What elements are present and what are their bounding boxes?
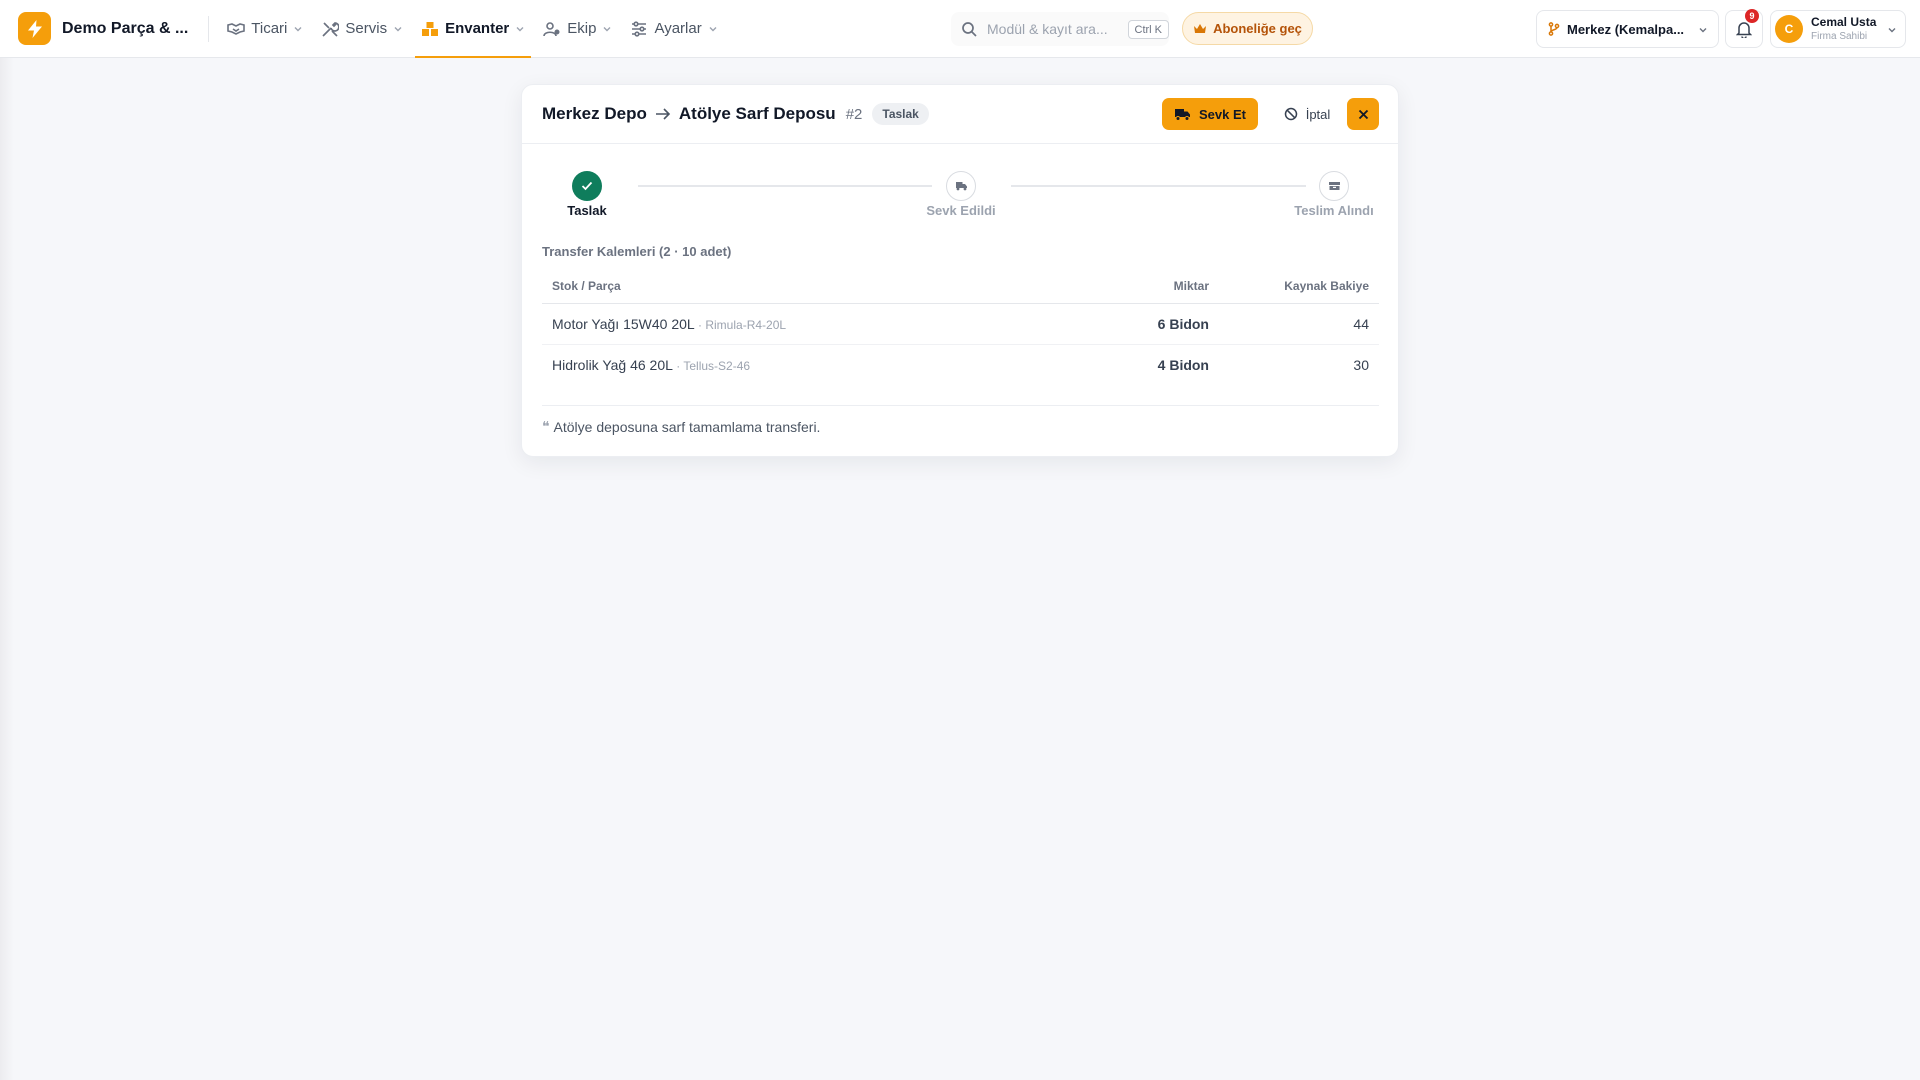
search-placeholder: Modül & kayıt ara... xyxy=(987,21,1108,37)
brand[interactable]: Demo Parça & ... xyxy=(0,0,188,57)
user-name: Cemal Usta xyxy=(1811,14,1877,29)
nav-item-ekip[interactable]: Ekip xyxy=(537,0,618,57)
step-label-draft: Taslak xyxy=(567,203,607,218)
item-sku: · Rimula-R4-20L xyxy=(694,317,787,332)
tools-icon xyxy=(321,20,340,38)
divider xyxy=(208,15,210,42)
transfer-detail-card: Merkez Depo Atölye Sarf Deposu #2 Taslak… xyxy=(521,84,1399,457)
items-section-title: Transfer Kalemleri (2 · 10 adet) xyxy=(542,244,732,259)
stepper-connector xyxy=(1011,185,1306,187)
arrow-right-icon xyxy=(655,107,671,121)
chevron-down-icon xyxy=(393,24,403,34)
note-text: Atölye deposuna sarf tamamlama transferi… xyxy=(553,419,821,435)
left-edge-shade xyxy=(0,58,14,1080)
nav-item-ticari[interactable]: Ticari xyxy=(221,0,309,57)
upgrade-button[interactable]: Aboneliğe geç xyxy=(1182,12,1313,45)
nav-item-ayarlar[interactable]: Ayarlar xyxy=(624,0,723,57)
column-header-qty: Miktar xyxy=(1102,269,1219,304)
status-badge: Taslak xyxy=(872,103,929,125)
search-icon xyxy=(961,21,977,37)
item-cell: Hidrolik Yağ 46 20L · Tellus-S2-46 xyxy=(542,344,1102,385)
close-button[interactable] xyxy=(1347,98,1379,130)
step-received-boxes-icon xyxy=(1319,171,1349,201)
chevron-down-icon xyxy=(1887,25,1897,35)
notification-count-badge: 9 xyxy=(1745,9,1759,23)
chevron-down-icon xyxy=(515,24,525,34)
ship-label: Sevk Et xyxy=(1199,106,1246,122)
column-header-item: Stok / Parça xyxy=(542,269,1102,304)
item-qty: 4 Bidon xyxy=(1157,356,1209,373)
chevron-down-icon xyxy=(602,24,612,34)
table-row[interactable]: Hidrolik Yağ 46 20L · Tellus-S2-46 4 Bid… xyxy=(542,344,1379,385)
lightning-logo-icon xyxy=(18,12,51,45)
nav-label: Servis xyxy=(345,20,388,37)
user-menu[interactable]: C Cemal Usta Firma Sahibi xyxy=(1770,10,1906,48)
cancel-button[interactable]: İptal xyxy=(1272,98,1342,130)
step-draft-check-icon xyxy=(572,171,602,201)
ship-button[interactable]: Sevk Et xyxy=(1162,98,1258,130)
sliders-icon xyxy=(630,20,648,38)
notifications-button[interactable]: 9 xyxy=(1725,9,1763,48)
crown-icon xyxy=(1193,23,1213,35)
transfer-items-table: Stok / Parça Miktar Kaynak Bakiye Motor … xyxy=(542,269,1379,385)
truck-icon xyxy=(1174,108,1199,121)
step-shipped-truck-icon xyxy=(946,171,976,201)
app-name: Demo Parça & ... xyxy=(62,19,189,37)
divider xyxy=(542,405,1379,406)
transfer-code: #2 xyxy=(845,105,863,123)
quote-icon: ❝ xyxy=(542,419,550,435)
item-qty: 6 Bidon xyxy=(1102,303,1219,345)
item-name: Hidrolik Yağ 46 20L xyxy=(552,356,673,373)
main-nav: Ticari Servis Envanter Ekip Ayarlar xyxy=(221,0,729,58)
table-header-row: Stok / Parça Miktar Kaynak Bakiye xyxy=(542,269,1379,304)
item-balance: 30 xyxy=(1353,356,1369,373)
chevron-down-icon xyxy=(1698,25,1708,35)
nav-label: Ticari xyxy=(251,20,288,37)
cancel-label: İptal xyxy=(1305,106,1331,122)
source-warehouse: Merkez Depo xyxy=(542,104,647,123)
item-sku: · Tellus-S2-46 xyxy=(672,358,751,373)
item-balance: 44 xyxy=(1219,303,1379,345)
close-icon xyxy=(1358,109,1369,120)
nav-label: Ayarlar xyxy=(654,20,702,37)
card-header: Merkez Depo Atölye Sarf Deposu #2 Taslak… xyxy=(522,85,1398,144)
chevron-down-icon xyxy=(293,24,303,34)
chevron-down-icon xyxy=(708,24,718,34)
nav-label: Ekip xyxy=(567,20,597,37)
target-warehouse: Atölye Sarf Deposu xyxy=(678,104,836,123)
stepper-connector xyxy=(638,185,932,187)
table-row[interactable]: Motor Yağı 15W40 20L · Rimula-R4-20L 6 B… xyxy=(542,303,1379,345)
step-label-received: Teslim Alındı xyxy=(1294,203,1374,218)
item-name: Motor Yağı 15W40 20L xyxy=(552,315,695,332)
upgrade-label: Aboneliğe geç xyxy=(1213,21,1302,36)
nav-label: Envanter xyxy=(445,20,510,37)
search-input[interactable]: Modül & kayıt ara... Ctrl K xyxy=(951,12,1169,46)
handshake-icon xyxy=(227,20,246,38)
nav-item-envanter[interactable]: Envanter xyxy=(415,0,532,58)
top-bar: Demo Parça & ... Ticari Servis Envanter xyxy=(0,0,1920,58)
boxes-icon xyxy=(421,20,439,38)
git-branch-icon xyxy=(1548,22,1560,36)
users-icon xyxy=(543,20,561,38)
search-shortcut: Ctrl K xyxy=(1127,20,1169,39)
nav-item-servis[interactable]: Servis xyxy=(315,0,409,57)
branch-selector[interactable]: Merkez (Kemalpa... xyxy=(1536,10,1719,48)
ban-icon xyxy=(1284,107,1306,121)
user-role: Firma Sahibi xyxy=(1811,31,1868,43)
bell-icon xyxy=(1736,21,1752,38)
avatar: C xyxy=(1775,15,1803,43)
branch-label: Merkez (Kemalpa... xyxy=(1567,21,1685,37)
step-label-shipped: Sevk Edildi xyxy=(926,203,996,218)
column-header-balance: Kaynak Bakiye xyxy=(1219,269,1379,304)
item-cell: Motor Yağı 15W40 20L · Rimula-R4-20L xyxy=(542,303,1102,345)
transfer-note: ❝ Atölye deposuna sarf tamamlama transfe… xyxy=(542,419,820,435)
